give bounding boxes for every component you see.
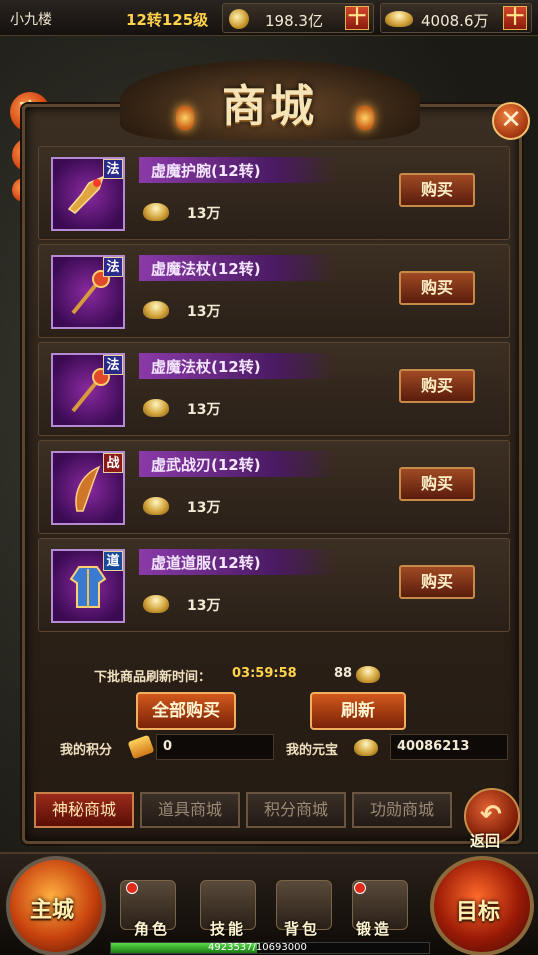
- item-name-plate: 虚魔法杖(12转): [139, 255, 335, 281]
- class-badge: 法: [103, 355, 123, 375]
- shop-title: 商城: [222, 81, 318, 132]
- ingot-price-icon: [143, 301, 169, 319]
- close-button[interactable]: ✕: [492, 102, 530, 140]
- ingot-icon: [356, 666, 380, 683]
- ingot-price-icon: [143, 595, 169, 613]
- bracer-icon[interactable]: 法: [51, 157, 125, 231]
- buy-button[interactable]: 购买: [399, 173, 475, 207]
- buy-all-button[interactable]: 全部购买: [136, 692, 236, 730]
- staff-icon[interactable]: 法: [51, 353, 125, 427]
- blade-icon[interactable]: 战: [51, 451, 125, 525]
- refresh-countdown: 03:59:58: [232, 666, 297, 681]
- main-city-label[interactable]: 主城: [30, 892, 74, 924]
- robe-icon[interactable]: 道: [51, 549, 125, 623]
- tab-mystery-shop[interactable]: 神秘商城: [34, 792, 134, 828]
- ingot-price-icon: [143, 497, 169, 515]
- buy-button[interactable]: 购买: [399, 467, 475, 501]
- notification-dot: [354, 882, 366, 894]
- ingot-display: 4008.6万 十: [380, 3, 532, 33]
- tab-points-shop[interactable]: 积分商城: [246, 792, 346, 828]
- class-badge: 法: [103, 257, 123, 277]
- yuanbao-value: 40086213: [390, 734, 508, 760]
- back-label[interactable]: 返回: [470, 830, 500, 851]
- ingot-price-icon: [143, 203, 169, 221]
- item-price: 13万: [187, 206, 221, 222]
- backpack-label[interactable]: 背包: [284, 918, 320, 939]
- item-price: 13万: [187, 598, 221, 614]
- shop-item-row: 道 虚道道服(12转) 13万 购买: [38, 538, 510, 632]
- shop-item-row: 法 虚魔法杖(12转) 13万 购买: [38, 244, 510, 338]
- experience-text: 4923537/10693000: [208, 942, 307, 953]
- gold-display: 198.3亿 十: [222, 3, 374, 33]
- item-price: 13万: [187, 402, 221, 418]
- tab-item-shop[interactable]: 道具商城: [140, 792, 240, 828]
- skills-label[interactable]: 技能: [210, 918, 246, 939]
- forge-label[interactable]: 锻造: [356, 918, 392, 939]
- gold-coin-icon: [229, 9, 249, 29]
- refresh-label: 下批商品刷新时间：: [94, 670, 212, 685]
- buy-button[interactable]: 购买: [399, 271, 475, 305]
- shop-item-row: 战 虚武战刃(12转) 13万 购买: [38, 440, 510, 534]
- player-name: 小九楼: [10, 12, 52, 28]
- item-name: 虚道道服(12转): [151, 554, 261, 572]
- ingot-value: 4008.6万: [421, 12, 489, 30]
- item-price: 13万: [187, 304, 221, 320]
- class-badge: 战: [103, 453, 123, 473]
- item-name: 虚魔法杖(12转): [151, 358, 261, 376]
- top-status-bar: 小九楼 12转125级 198.3亿 十 4008.6万 十: [0, 0, 538, 36]
- lantern-icon: [356, 106, 374, 130]
- class-badge: 道: [103, 551, 123, 571]
- refresh-button[interactable]: 刷新: [310, 692, 406, 730]
- shop-item-row: 法 虚魔护腕(12转) 13万 购买: [38, 146, 510, 240]
- item-name: 虚武战刃(12转): [151, 456, 261, 474]
- add-gold-button[interactable]: 十: [345, 6, 369, 30]
- yuanbao-label: 我的元宝: [286, 743, 339, 758]
- buy-button[interactable]: 购买: [399, 369, 475, 403]
- notification-dot: [126, 882, 138, 894]
- target-label[interactable]: 目标: [456, 894, 500, 926]
- item-name-plate: 虚武战刃(12转): [139, 451, 335, 477]
- character-label[interactable]: 角色: [134, 918, 170, 939]
- item-price: 13万: [187, 500, 221, 516]
- ingot-price-icon: [143, 399, 169, 417]
- buy-button[interactable]: 购买: [399, 565, 475, 599]
- yuanbao-icon: [354, 739, 378, 756]
- add-ingot-button[interactable]: 十: [503, 6, 527, 30]
- refresh-cost: 88: [334, 666, 353, 681]
- class-badge: 法: [103, 159, 123, 179]
- shop-item-row: 法 虚魔法杖(12转) 13万 购买: [38, 342, 510, 436]
- tab-merit-shop[interactable]: 功勋商城: [352, 792, 452, 828]
- item-name-plate: 虚道道服(12转): [139, 549, 335, 575]
- score-value: 0: [156, 734, 274, 760]
- item-name: 虚魔法杖(12转): [151, 260, 261, 278]
- back-arrow-icon: ↶: [480, 800, 502, 830]
- score-label: 我的积分: [60, 743, 113, 758]
- lantern-icon: [176, 106, 194, 130]
- item-name: 虚魔护腕(12转): [151, 162, 261, 180]
- item-name-plate: 虚魔法杖(12转): [139, 353, 335, 379]
- gold-value: 198.3亿: [265, 12, 323, 30]
- staff-icon[interactable]: 法: [51, 255, 125, 329]
- gold-ingot-icon: [385, 11, 413, 27]
- item-name-plate: 虚魔护腕(12转): [139, 157, 335, 183]
- player-level: 12转125级: [126, 11, 209, 29]
